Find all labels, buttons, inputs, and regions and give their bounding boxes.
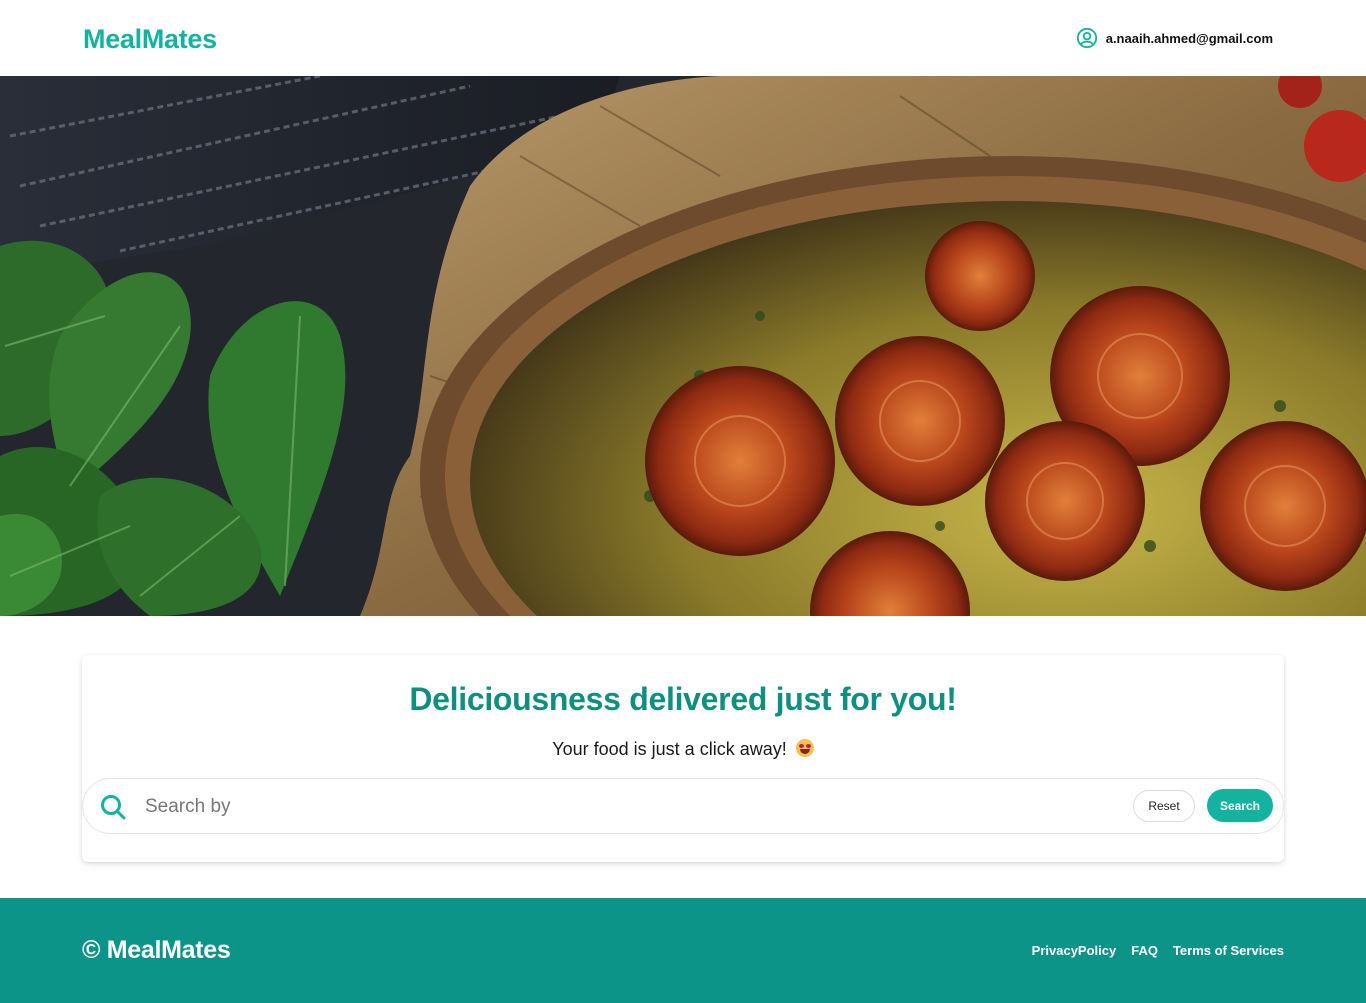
hero-food-image [0,76,1366,616]
search-card: Deliciousness delivered just for you! Yo… [82,655,1284,862]
brand-logo[interactable]: MealMates [83,24,217,55]
user-account[interactable]: a.naaih.ahmed@gmail.com [1076,27,1273,49]
smiling-face-emoji [795,739,814,757]
search-button[interactable]: Search [1207,789,1273,822]
footer-link-privacy-policy[interactable]: PrivacyPolicy [1032,943,1117,958]
user-email: a.naaih.ahmed@gmail.com [1105,30,1273,46]
footer: © MealMates PrivacyPolicy FAQ Terms of S… [0,898,1366,1003]
footer-link-terms[interactable]: Terms of Services [1173,943,1284,958]
user-circle-icon [1076,27,1097,49]
search-icon [101,795,126,820]
page-headline: Deliciousness delivered just for you! [409,681,957,717]
subline-text: Your food is just a click away! [552,739,787,759]
reset-button[interactable]: Reset [1133,790,1195,822]
footer-copyright: © MealMates [82,936,231,964]
footer-link-faq[interactable]: FAQ [1131,943,1158,958]
search-bar: Reset Search [82,778,1284,834]
hero-illustration [0,76,1366,616]
page-subline: Your food is just a click away! [82,737,1284,760]
top-navbar: MealMates a.naaih.ahmed@gmail.com [0,0,1366,76]
footer-links: PrivacyPolicy FAQ Terms of Services [1032,943,1284,958]
search-input[interactable] [145,791,1105,823]
